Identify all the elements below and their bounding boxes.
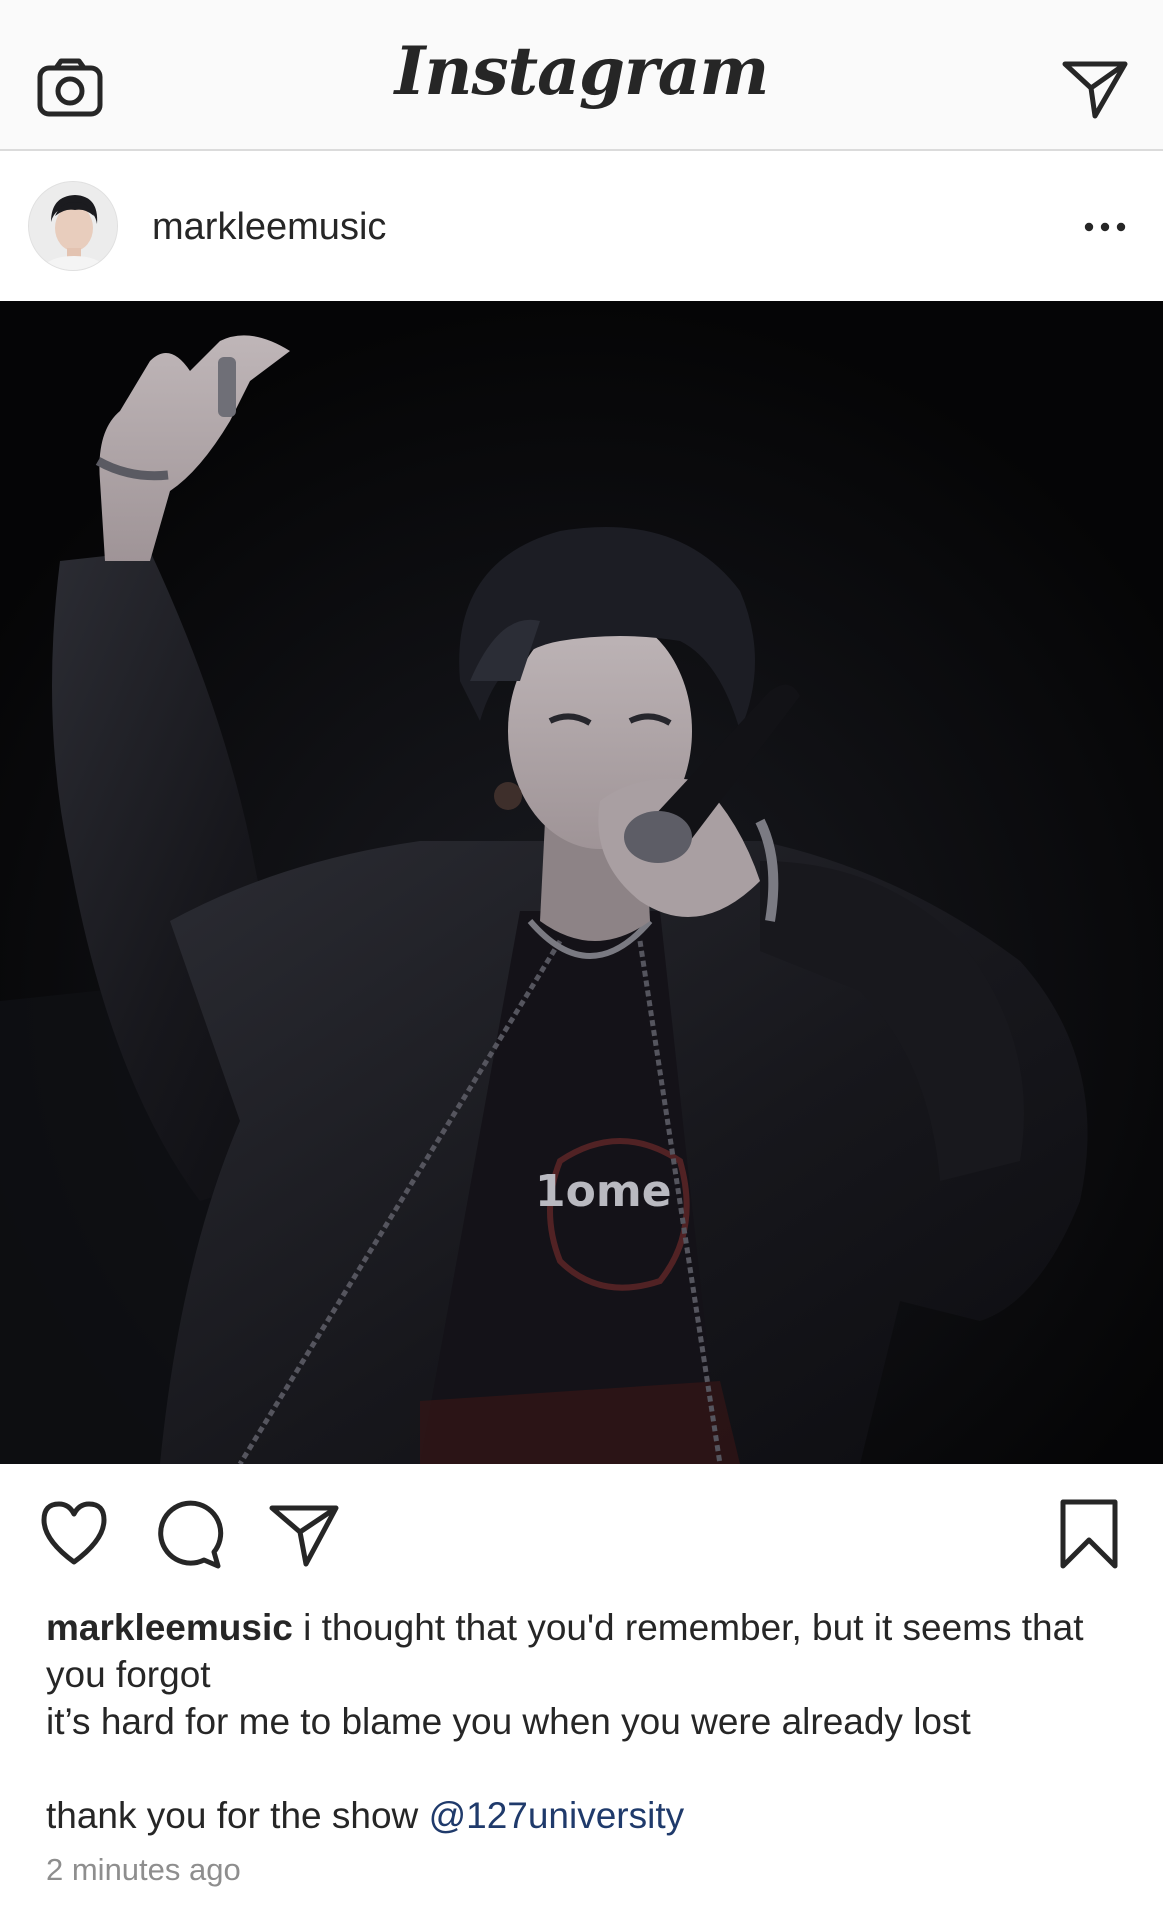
caption-username[interactable]: markleemusic: [46, 1607, 293, 1648]
avatar[interactable]: [28, 181, 118, 271]
ellipsis-icon[interactable]: [1075, 207, 1135, 247]
caption-second-line: it’s hard for me to blame you when you w…: [46, 1701, 971, 1742]
avatar-image: [29, 182, 117, 270]
caption-thanks-text: thank you for the show: [46, 1795, 429, 1836]
paper-plane-icon[interactable]: [1061, 58, 1129, 120]
instagram-logo: Instagram: [394, 32, 770, 110]
post-timestamp: 2 minutes ago: [46, 1852, 241, 1887]
paper-plane-icon[interactable]: [266, 1496, 342, 1572]
heart-icon[interactable]: [36, 1496, 112, 1572]
bookmark-icon[interactable]: [1051, 1496, 1127, 1572]
svg-text:1ome: 1ome: [535, 1166, 672, 1217]
post-username[interactable]: markleemusic: [152, 206, 386, 249]
caption-mention-link[interactable]: @127university: [429, 1795, 685, 1836]
concert-photo: 1ome: [0, 301, 1163, 1464]
post-action-bar: [0, 1464, 1163, 1604]
post-photo[interactable]: 1ome: [0, 301, 1163, 1464]
post-header: markleemusic: [0, 151, 1163, 301]
caption-first-line: markleemusic i thought that you'd rememb…: [46, 1604, 1126, 1698]
top-nav-bar: Instagram: [0, 0, 1163, 151]
comment-bubble-icon[interactable]: [150, 1496, 226, 1572]
caption-third-line: thank you for the show @127university: [46, 1792, 1126, 1839]
post-caption: markleemusic i thought that you'd rememb…: [46, 1604, 1126, 1839]
